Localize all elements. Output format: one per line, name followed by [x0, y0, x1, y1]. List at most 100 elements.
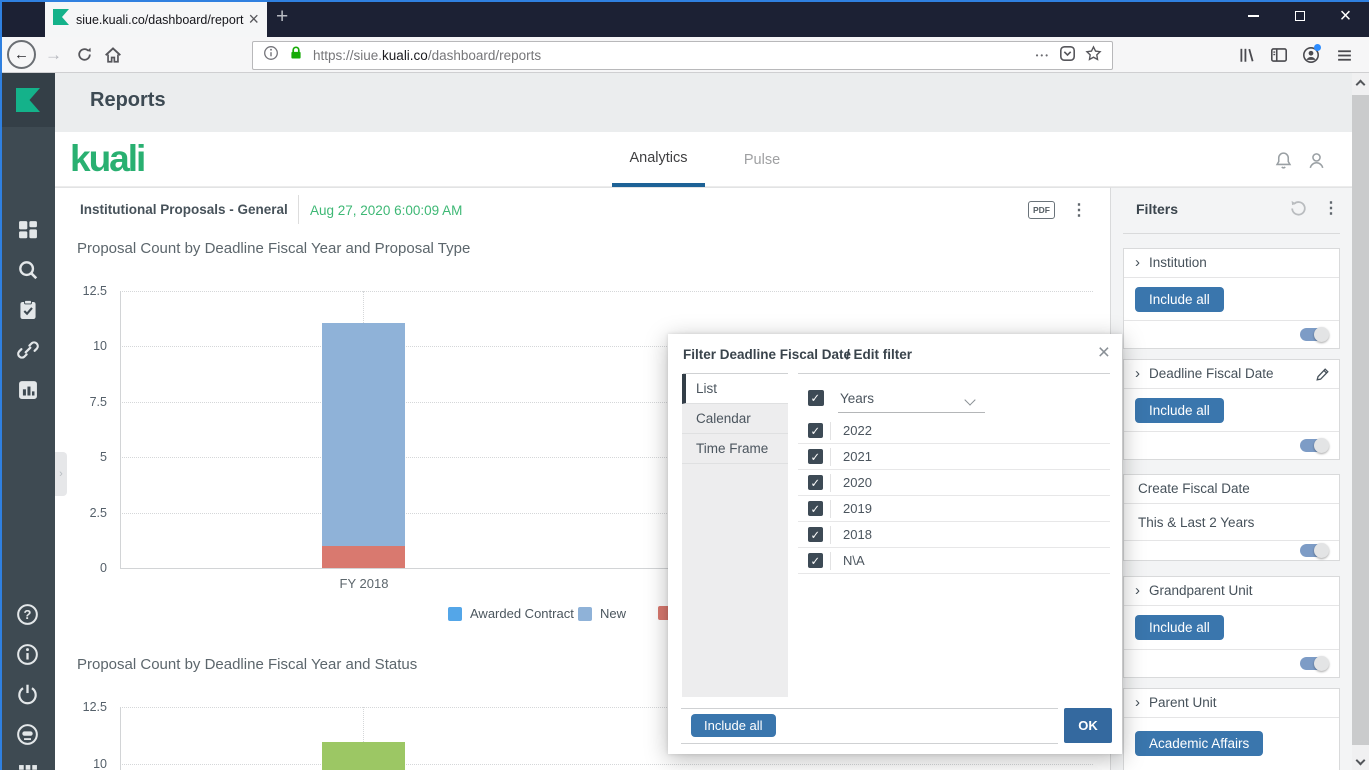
- ok-button[interactable]: OK: [1064, 708, 1112, 743]
- filters-menu-button[interactable]: [1323, 198, 1339, 218]
- option-row[interactable]: N\A: [798, 548, 1110, 574]
- url-bar[interactable]: https://siue.kuali.co/dashboard/reports: [252, 41, 1113, 70]
- logout-icon[interactable]: [15, 682, 40, 707]
- report-menu-button[interactable]: [1071, 200, 1087, 220]
- toggle-switch[interactable]: [1300, 656, 1329, 671]
- kuali-favicon-icon: [53, 9, 69, 30]
- legend-swatch: [578, 606, 592, 621]
- include-all-button[interactable]: Include all: [1135, 397, 1224, 423]
- home-button[interactable]: [104, 46, 122, 69]
- bookmark-star-icon[interactable]: [1085, 44, 1102, 67]
- checkbox[interactable]: [808, 475, 823, 490]
- forward-button[interactable]: →: [45, 45, 62, 65]
- analytics-icon[interactable]: [15, 377, 40, 402]
- filter-card-parent-unit: Parent Unit Academic Affairs: [1123, 688, 1340, 770]
- option-label: 2018: [843, 527, 872, 542]
- option-row[interactable]: 2019: [798, 496, 1110, 522]
- academic-affairs-button[interactable]: Academic Affairs: [1135, 730, 1264, 756]
- app-sidebar: ?: [0, 73, 55, 770]
- toggle-switch[interactable]: [1300, 438, 1329, 453]
- y-tick: 7.5: [89, 395, 107, 409]
- feedback-icon[interactable]: [15, 722, 40, 747]
- tab-close-icon[interactable]: [248, 12, 259, 28]
- account-icon[interactable]: [1302, 44, 1321, 69]
- option-row[interactable]: 2018: [798, 522, 1110, 548]
- scrollbar-down-icon[interactable]: [1352, 755, 1369, 766]
- tab-analytics[interactable]: Analytics: [612, 132, 705, 187]
- lock-icon[interactable]: [288, 45, 304, 66]
- filter-section-header[interactable]: Grandparent Unit: [1124, 577, 1339, 606]
- edit-pencil-icon[interactable]: [1314, 365, 1331, 393]
- y-axis: [120, 291, 121, 568]
- tab-calendar[interactable]: Calendar: [682, 404, 788, 434]
- chevron-down-icon[interactable]: [964, 394, 976, 406]
- panel-expander[interactable]: [55, 452, 67, 496]
- option-row[interactable]: 2022: [798, 418, 1110, 444]
- pocket-icon[interactable]: [1059, 45, 1076, 67]
- scrollbar-up-icon[interactable]: [1352, 73, 1369, 90]
- maximize-button[interactable]: [1277, 0, 1322, 32]
- filter-section-header[interactable]: Institution: [1124, 249, 1339, 278]
- checkbox[interactable]: [808, 449, 823, 464]
- option-row[interactable]: 2021: [798, 444, 1110, 470]
- tab-time-frame[interactable]: Time Frame: [682, 434, 788, 464]
- y-tick: 2.5: [89, 506, 107, 520]
- include-all-button[interactable]: Include all: [691, 714, 776, 737]
- browser-tab[interactable]: siue.kuali.co/dashboard/reports: [45, 0, 267, 37]
- link-icon[interactable]: [15, 337, 40, 362]
- page-actions-icon[interactable]: [1036, 47, 1050, 64]
- y-tick: 10: [93, 339, 107, 353]
- apps-icon[interactable]: [15, 761, 40, 770]
- bell-icon[interactable]: [1274, 151, 1293, 175]
- years-dropdown[interactable]: Years: [840, 391, 874, 406]
- tab-pulse[interactable]: Pulse: [727, 132, 797, 187]
- scrollbar[interactable]: [1352, 73, 1369, 770]
- help-icon[interactable]: ?: [15, 602, 40, 627]
- dashboard-icon[interactable]: [15, 217, 40, 242]
- years-checkbox[interactable]: [808, 390, 824, 406]
- dialog-subtitle: / Edit filter: [846, 347, 913, 362]
- legend-item[interactable]: New: [578, 606, 626, 621]
- include-all-button[interactable]: Include all: [1135, 286, 1224, 312]
- filter-section-header[interactable]: Create Fiscal Date: [1124, 475, 1339, 504]
- legend-item[interactable]: Awarded Contract: [448, 606, 574, 621]
- menu-icon[interactable]: [1336, 47, 1353, 69]
- window-close-button[interactable]: [1323, 0, 1368, 32]
- filter-section-header[interactable]: Parent Unit: [1124, 689, 1339, 718]
- filter-section-title: Create Fiscal Date: [1138, 481, 1250, 496]
- user-icon[interactable]: [1307, 151, 1326, 175]
- pdf-export-button[interactable]: PDF: [1028, 201, 1055, 219]
- minimize-button[interactable]: [1231, 0, 1276, 32]
- checkbox[interactable]: [808, 501, 823, 516]
- tasks-icon[interactable]: [15, 297, 40, 322]
- tab-list[interactable]: List: [682, 374, 788, 404]
- report-title: Institutional Proposals - General: [80, 202, 288, 217]
- close-icon[interactable]: [1098, 341, 1110, 365]
- checkbox[interactable]: [808, 553, 823, 568]
- library-icon[interactable]: [1238, 46, 1256, 69]
- y-axis: [120, 707, 121, 770]
- sidebars-icon[interactable]: [1270, 46, 1288, 69]
- info-icon[interactable]: [15, 642, 40, 667]
- page-info-icon[interactable]: [263, 45, 279, 66]
- scrollbar-thumb[interactable]: [1352, 95, 1369, 745]
- toggle-switch[interactable]: [1300, 327, 1329, 342]
- filter-section-header[interactable]: Deadline Fiscal Date: [1124, 360, 1339, 389]
- window-accent-edge: [0, 0, 2, 770]
- chart2-title: Proposal Count by Deadline Fiscal Year a…: [77, 656, 418, 673]
- reload-button[interactable]: [76, 46, 93, 68]
- back-button[interactable]: ←: [7, 40, 36, 69]
- search-icon[interactable]: [15, 257, 40, 282]
- divider: [681, 743, 1058, 744]
- option-row[interactable]: 2020: [798, 470, 1110, 496]
- refresh-icon[interactable]: [1289, 199, 1308, 223]
- legend-label: Awarded Contract: [470, 606, 574, 621]
- option-label: N\A: [843, 553, 865, 568]
- new-tab-button[interactable]: [276, 5, 288, 29]
- include-all-button[interactable]: Include all: [1135, 615, 1224, 640]
- checkbox[interactable]: [808, 527, 823, 542]
- kuali-logo-icon[interactable]: [0, 73, 55, 127]
- checkbox[interactable]: [808, 423, 823, 438]
- url-text: https://siue.kuali.co/dashboard/reports: [313, 48, 542, 63]
- toggle-switch[interactable]: [1300, 543, 1329, 558]
